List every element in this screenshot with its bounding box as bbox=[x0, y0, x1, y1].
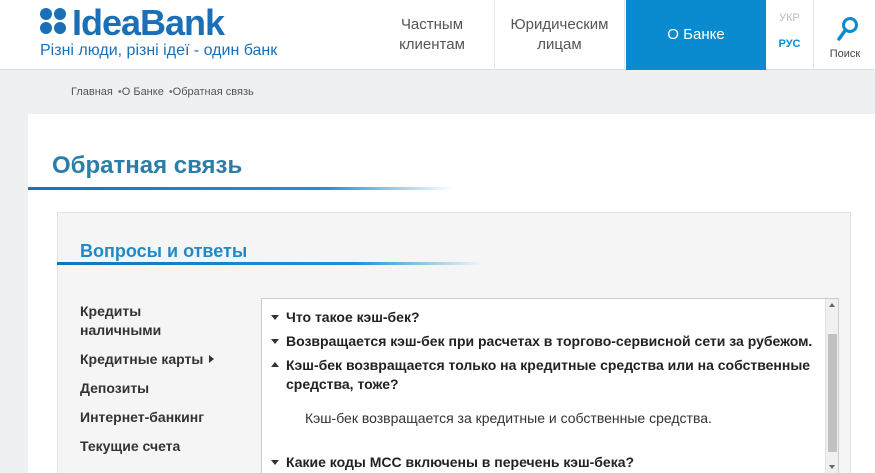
nav-private-clients[interactable]: Частным клиентам bbox=[370, 0, 495, 70]
logo-slogan: Різні люди, різні ідеї - один банк bbox=[40, 42, 278, 59]
category-label: Кредитные карты bbox=[80, 351, 204, 367]
nav-label: Юридическим bbox=[510, 16, 609, 33]
ideabank-logo-icon bbox=[40, 8, 68, 36]
category-label: Текущие счета bbox=[80, 438, 181, 454]
triangle-up-icon bbox=[271, 362, 279, 367]
breadcrumb-about[interactable]: О Банке bbox=[122, 86, 164, 98]
triangle-down-icon bbox=[271, 315, 279, 320]
nav-label: лицам bbox=[537, 36, 582, 53]
faq-cut-text: - - — - - - - - — - - - - - - - - - - - bbox=[286, 299, 716, 301]
faq-question: средства, тоже? bbox=[286, 376, 399, 392]
section-underline bbox=[57, 262, 483, 265]
nav-label: клиентам bbox=[399, 36, 465, 53]
nav-about-bank[interactable]: О Банке bbox=[626, 0, 766, 70]
faq-item-mcc-codes[interactable]: Какие коды МСС включены в перечень кэш-б… bbox=[271, 453, 821, 472]
breadcrumb: Главная •О Банке •Обратная связь bbox=[71, 86, 254, 98]
faq-item-own-funds[interactable]: Кэш-бек возвращается только на кредитные… bbox=[271, 356, 821, 394]
logo-name: IdeaBank bbox=[72, 2, 225, 43]
lang-ukr-link[interactable]: УКР bbox=[766, 12, 813, 24]
category-item-deposits[interactable]: Депозиты bbox=[80, 379, 255, 398]
category-item-credit-cards[interactable]: Кредитные карты bbox=[80, 350, 255, 369]
faq-scrollbar[interactable] bbox=[825, 299, 838, 473]
triangle-down-icon bbox=[271, 460, 279, 465]
page-title: Обратная связь bbox=[52, 152, 243, 179]
site-header: IdeaBank Різні люди, різні ідеї - один б… bbox=[0, 0, 875, 70]
lang-rus-link[interactable]: РУС bbox=[766, 38, 813, 50]
language-switcher: УКР РУС bbox=[766, 0, 814, 70]
scroll-up-icon[interactable] bbox=[829, 303, 835, 307]
category-menu: Кредиты наличными Кредитные карты Депози… bbox=[80, 302, 255, 466]
nav-label: О Банке bbox=[667, 26, 725, 43]
nav-label: Частным bbox=[400, 16, 464, 33]
faq-item-abroad[interactable]: Возвращается кэш-бек при расчетах в торг… bbox=[271, 332, 821, 351]
faq-question: Возвращается кэш-бек при расчетах в торг… bbox=[286, 333, 813, 349]
faq-question: Что такое кэш-бек? bbox=[286, 309, 420, 325]
faq-question: Какие коды МСС включены в перечень кэш-б… bbox=[286, 454, 635, 470]
search-button[interactable]: Поиск bbox=[815, 0, 875, 70]
section-title: Вопросы и ответы bbox=[80, 241, 248, 261]
faq-answer: Кэш-бек возвращается за кредитные и собс… bbox=[305, 410, 712, 426]
search-label: Поиск bbox=[829, 48, 861, 60]
breadcrumb-home[interactable]: Главная bbox=[71, 86, 113, 98]
category-item-internet-banking[interactable]: Интернет-банкинг bbox=[80, 408, 255, 427]
nav-legal-entities[interactable]: Юридическим лицам bbox=[495, 0, 625, 70]
category-label: Депозиты bbox=[80, 380, 150, 396]
breadcrumb-current: Обратная связь bbox=[172, 86, 254, 98]
faq-list[interactable]: - - — - - - - - — - - - - - - - - - - - … bbox=[261, 298, 839, 473]
category-label: Интернет-банкинг bbox=[80, 409, 205, 425]
title-underline bbox=[28, 187, 453, 190]
category-label: наличными bbox=[80, 322, 162, 338]
category-label: Кредиты bbox=[80, 303, 142, 319]
category-item-cash-loans[interactable]: Кредиты наличными bbox=[80, 302, 255, 340]
triangle-down-icon bbox=[271, 339, 279, 344]
chevron-right-icon bbox=[209, 355, 215, 363]
search-icon bbox=[837, 17, 858, 41]
faq-item-cashback[interactable]: Что такое кэш-бек? bbox=[271, 308, 821, 327]
scrollbar-thumb[interactable] bbox=[828, 334, 837, 452]
category-item-current-accounts[interactable]: Текущие счета bbox=[80, 437, 255, 456]
scroll-down-icon[interactable] bbox=[829, 465, 835, 469]
faq-question: Кэш-бек возвращается только на кредитные… bbox=[286, 357, 811, 373]
